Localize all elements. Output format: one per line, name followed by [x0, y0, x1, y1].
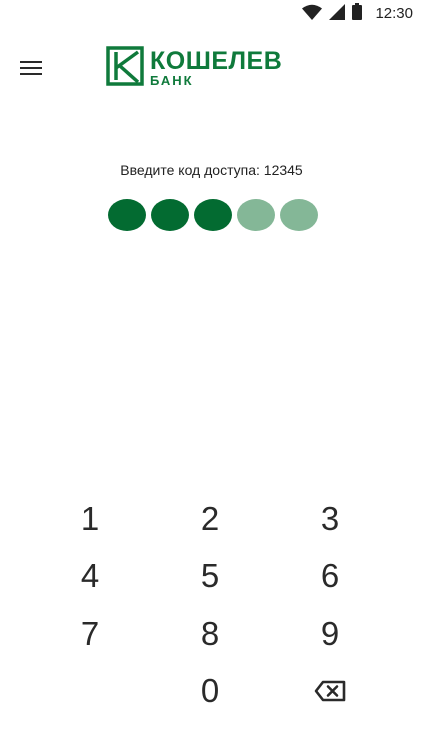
pin-dot-filled	[151, 199, 189, 231]
status-icons: 12:30	[302, 3, 413, 24]
status-bar: 12:30	[0, 0, 423, 24]
key-0[interactable]: 0	[150, 663, 270, 721]
backspace-icon	[314, 680, 346, 702]
logo-name: КОШЕЛЕВ	[150, 47, 283, 75]
logo-mark-icon	[106, 46, 144, 90]
pin-dot-filled	[194, 199, 232, 231]
pin-dot-empty	[237, 199, 275, 231]
key-8[interactable]: 8	[150, 605, 270, 663]
key-1[interactable]: 1	[30, 490, 150, 548]
pin-indicator	[108, 199, 318, 231]
logo-text: КОШЕЛЕВ БАНК	[150, 47, 283, 88]
key-blank	[30, 663, 150, 721]
key-6[interactable]: 6	[270, 548, 390, 606]
status-time: 12:30	[375, 5, 413, 22]
logo-subtitle: БАНК	[150, 73, 194, 88]
pin-dot-empty	[280, 199, 318, 231]
pin-dot-filled	[108, 199, 146, 231]
backspace-button[interactable]	[270, 663, 390, 721]
key-5[interactable]: 5	[150, 548, 270, 606]
hamburger-menu-icon[interactable]	[20, 58, 46, 78]
key-3[interactable]: 3	[270, 490, 390, 548]
bank-logo: КОШЕЛЕВ БАНК	[106, 46, 282, 90]
key-9[interactable]: 9	[270, 605, 390, 663]
key-7[interactable]: 7	[30, 605, 150, 663]
key-2[interactable]: 2	[150, 490, 270, 548]
battery-icon	[352, 3, 363, 24]
pin-prompt: Введите код доступа: 12345	[120, 162, 303, 178]
key-4[interactable]: 4	[30, 548, 150, 606]
numeric-keypad: 1 2 3 4 5 6 7 8 9 0	[30, 490, 390, 720]
wifi-icon	[302, 4, 323, 24]
signal-icon	[329, 3, 346, 24]
